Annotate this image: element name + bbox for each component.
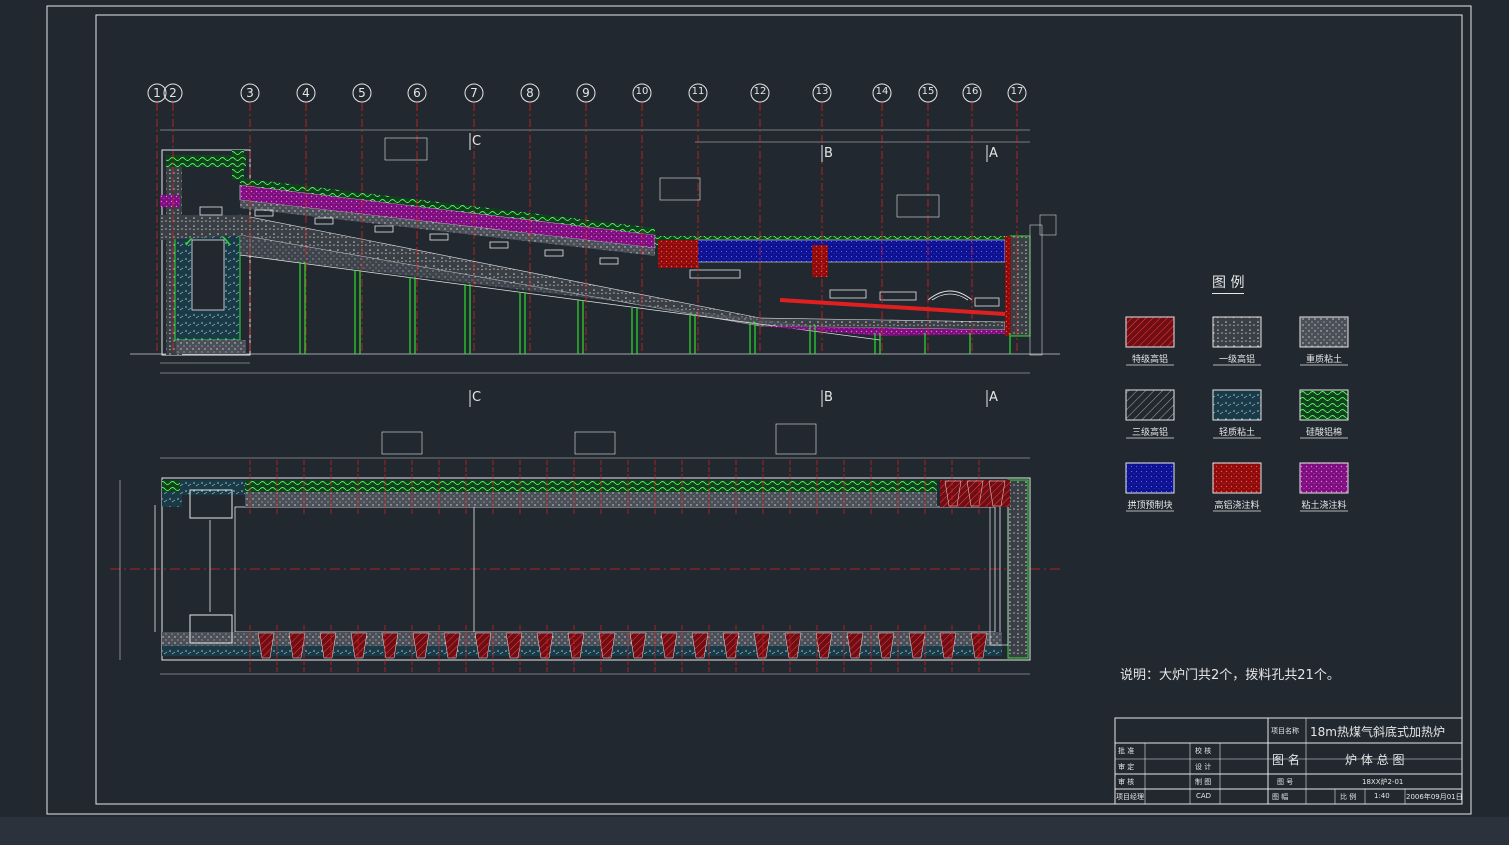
tb-scale-label: 比 例: [1340, 793, 1357, 801]
legend-label-1: 一级高铝: [1218, 355, 1255, 365]
axis-label-17: 17: [1010, 86, 1024, 97]
legend-swatch-6: [1125, 462, 1175, 494]
section-mark-c-bottom: C: [472, 390, 482, 405]
section-mark-b-bottom: B: [824, 390, 833, 405]
axis-label-16: 16: [965, 86, 979, 97]
tb-project-lead: 项目经理: [1116, 793, 1144, 801]
legend-label-8: 粘土浇注料: [1301, 501, 1347, 511]
tb-design: 设 计: [1195, 763, 1212, 771]
legend-swatch-2: [1299, 316, 1349, 348]
legend-swatch-7: [1212, 462, 1262, 494]
tb-date: 2006年09月01日: [1406, 793, 1463, 801]
axis-label-10: 10: [635, 86, 649, 97]
grid-axes: [147, 83, 1027, 354]
axis-label-13: 13: [815, 86, 829, 97]
section-mark-b-top: B: [824, 146, 833, 161]
axis-label-9: 9: [582, 86, 590, 100]
tb-project-name: 18m热煤气斜底式加热炉: [1310, 725, 1445, 739]
tb-project-label: 项目名称: [1271, 727, 1299, 735]
axis-label-2: 2: [169, 86, 177, 100]
axis-label-5: 5: [358, 86, 366, 100]
legend-swatch-0: [1125, 316, 1175, 348]
section-mark-c-top: C: [472, 134, 482, 149]
section-mark-a-top: A: [989, 146, 998, 161]
axis-label-15: 15: [921, 86, 935, 97]
legend-swatch-4: [1212, 389, 1262, 421]
axis-label-7: 7: [470, 86, 478, 100]
tb-drawing-name-label: 图 名: [1272, 753, 1300, 767]
axis-label-6: 6: [413, 86, 421, 100]
tb-cad: CAD: [1196, 792, 1212, 800]
legend-swatch-8: [1299, 462, 1349, 494]
legend-label-3: 三级高铝: [1131, 428, 1168, 438]
axis-label-3: 3: [246, 86, 254, 100]
tb-audit: 审 核: [1118, 778, 1135, 786]
tb-review: 审 定: [1118, 763, 1135, 771]
legend-label-6: 拱顶预制块: [1127, 501, 1173, 511]
legend-swatch-1: [1212, 316, 1262, 348]
axis-label-12: 12: [753, 86, 767, 97]
axis-label-14: 14: [875, 86, 889, 97]
axis-label-8: 8: [526, 86, 534, 100]
status-strip: [0, 817, 1509, 845]
tb-approve: 批 准: [1118, 747, 1135, 755]
tb-draw: 制 图: [1195, 778, 1212, 786]
axis-label-4: 4: [302, 86, 310, 100]
legend-swatch-3: [1125, 389, 1175, 421]
legend-label-5: 硅酸铝棉: [1305, 428, 1342, 438]
axis-label-11: 11: [691, 86, 705, 97]
tb-drawing-no: 18XX炉2-01: [1362, 778, 1404, 786]
legend-label-4: 轻质粘土: [1218, 428, 1255, 438]
drawing-note: 说明：大炉门共2个，拨料孔共21个。: [1120, 668, 1340, 683]
tb-sheet: 图 幅: [1272, 793, 1289, 801]
legend-swatches: [1125, 316, 1349, 512]
furnace-elevation-view: [130, 129, 1060, 374]
tb-scale: 1:40: [1374, 792, 1390, 800]
cad-drawing-canvas[interactable]: [0, 0, 1509, 845]
legend-label-7: 高铝浇注料: [1214, 501, 1260, 511]
legend-title: 图 例: [1212, 272, 1245, 294]
tb-check: 校 核: [1195, 747, 1212, 755]
legend-swatch-5: [1299, 389, 1349, 421]
tb-drawing-no-label: 图 号: [1277, 778, 1294, 786]
tb-drawing-name: 炉 体 总 图: [1345, 753, 1405, 767]
poke-hole-row: [257, 480, 1006, 659]
legend-label-2: 重质粘土: [1305, 355, 1342, 365]
section-mark-a-bottom: A: [989, 390, 998, 405]
legend-label-0: 特级高铝: [1131, 355, 1168, 365]
